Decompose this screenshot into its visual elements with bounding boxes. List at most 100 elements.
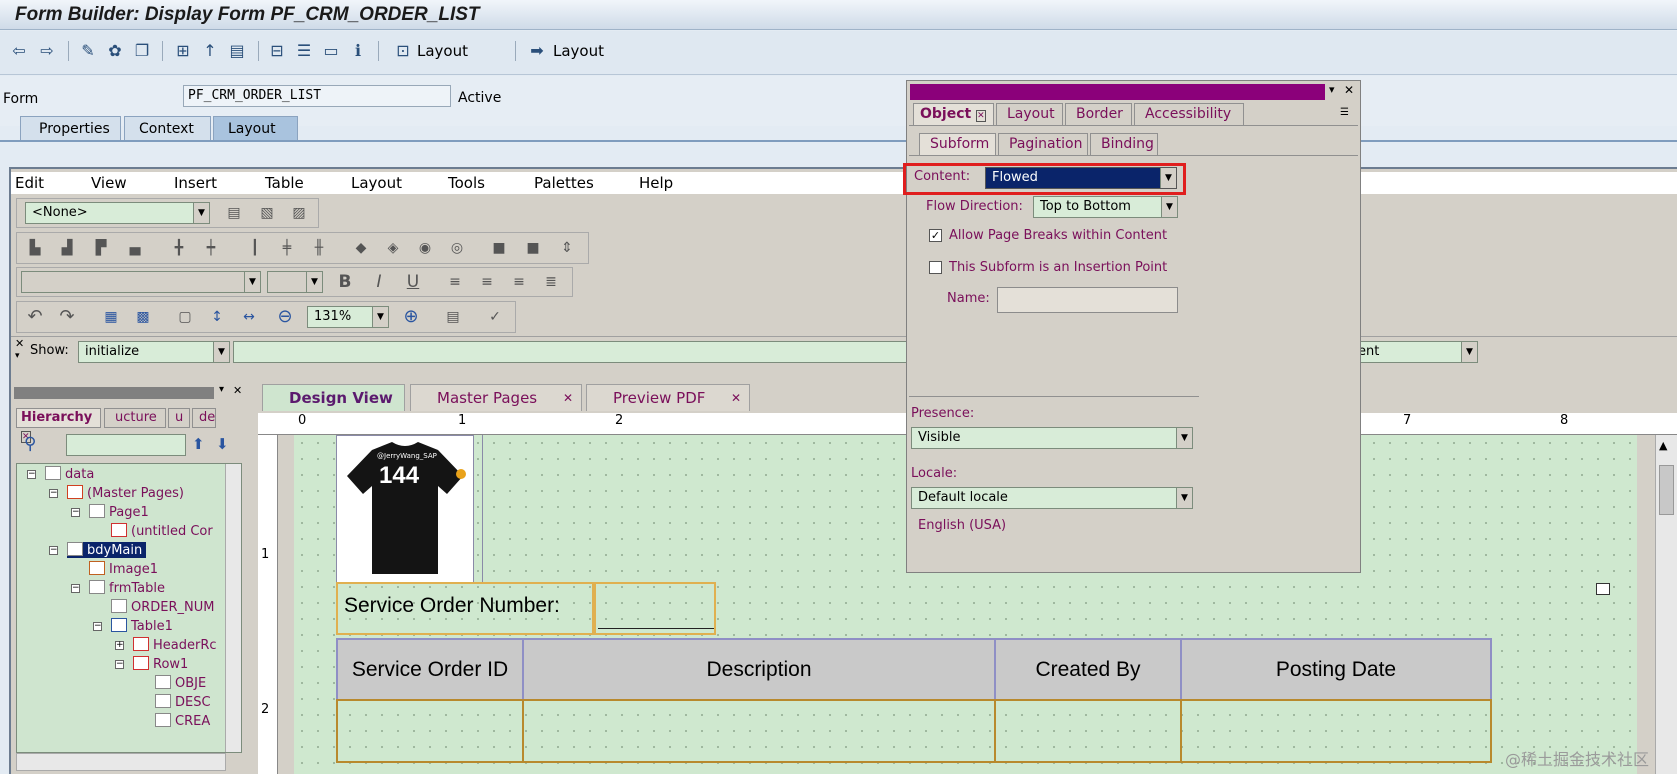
tab-accessibility[interactable]: Accessibility	[1134, 103, 1244, 125]
object-list-icon[interactable]: ❐	[131, 40, 153, 62]
layout-green-icon[interactable]: ▭	[320, 40, 342, 62]
tab-border[interactable]: Border	[1065, 103, 1132, 125]
tab-object[interactable]: Object ✕	[913, 103, 994, 125]
arrow-up-icon[interactable]: ⬆	[192, 435, 205, 453]
menu-edit[interactable]: Edit	[15, 174, 44, 192]
subtab-binding[interactable]: Binding	[1090, 133, 1158, 155]
distribute-icon[interactable]: ┃	[243, 236, 267, 260]
tab-u[interactable]: u	[168, 408, 190, 428]
row-cell[interactable]	[336, 699, 524, 763]
tree-node-bdymain[interactable]: bdyMain	[67, 542, 147, 558]
service-order-value-field[interactable]	[594, 582, 716, 635]
close-icon[interactable]: ✕	[731, 385, 741, 411]
tree-node-frmtable[interactable]: frmTable	[89, 580, 165, 596]
menu-tools[interactable]: Tools	[448, 174, 485, 192]
tab-obj-layout[interactable]: Layout	[996, 103, 1063, 125]
presence-dropdown[interactable]: Visible ▼	[911, 427, 1193, 449]
palette-menu-icon[interactable]: ▾	[1329, 83, 1335, 96]
tab-structure[interactable]: ucture	[104, 408, 166, 428]
tree-scrollbar[interactable]	[225, 464, 241, 752]
collapse-toggle[interactable]: −	[27, 470, 36, 479]
subtab-subform[interactable]: Subform	[919, 133, 996, 155]
expand-toggle[interactable]: +	[115, 641, 124, 650]
style-dropdown[interactable]: <None> ▼	[25, 202, 210, 224]
edit-pencil-icon[interactable]: ✎	[77, 40, 99, 62]
collapse-toggle[interactable]: −	[71, 508, 80, 517]
activate-icon[interactable]: ✿	[104, 40, 126, 62]
insertion-point-checkbox[interactable]	[929, 261, 942, 274]
distribute-v-icon[interactable]: ╫	[307, 236, 331, 260]
text-justify-icon[interactable]: ≣	[539, 270, 563, 294]
name-input[interactable]	[997, 287, 1178, 313]
collapse-toggle[interactable]: −	[49, 546, 58, 555]
align-left-icon[interactable]: ▙	[23, 236, 47, 260]
scroll-thumb[interactable]	[1659, 465, 1674, 515]
fit-width-icon[interactable]: ↔	[237, 305, 261, 329]
same-height-icon[interactable]: ■	[521, 236, 545, 260]
tree-node-created-by[interactable]: CREA	[155, 713, 210, 729]
search-input[interactable]	[66, 434, 186, 456]
underline-icon[interactable]: U	[401, 270, 425, 294]
collapse-toggle[interactable]: −	[115, 660, 124, 669]
tree-node-data[interactable]: data	[45, 466, 94, 482]
subtab-pagination[interactable]: Pagination	[998, 133, 1088, 155]
tab-preview-pdf[interactable]: Preview PDF ✕	[586, 384, 750, 411]
zoom-dropdown[interactable]: 131% ▼	[307, 306, 389, 328]
layout-button-label-2[interactable]: Layout	[553, 42, 604, 60]
tree-node-content-area[interactable]: (untitled Cor	[111, 523, 213, 539]
tree-node-master-pages[interactable]: (Master Pages)	[67, 485, 184, 501]
allow-breaks-checkbox[interactable]: ✓	[929, 229, 942, 242]
display-icon[interactable]: ▤	[226, 40, 248, 62]
group-icon[interactable]: ◆	[349, 236, 373, 260]
text-left-icon[interactable]: ≡	[443, 270, 467, 294]
tree-icon[interactable]: ⊟	[266, 40, 288, 62]
language-dropdown[interactable]: ent ▼	[1351, 341, 1478, 363]
close-icon[interactable]: ✕	[1344, 83, 1354, 97]
close-icon[interactable]: ✕	[233, 384, 242, 397]
arrow-right-icon[interactable]: ➡	[526, 40, 548, 62]
undo-icon[interactable]: ↶	[23, 305, 47, 329]
bring-front-icon[interactable]: ◉	[413, 236, 437, 260]
scroll-up-icon[interactable]: ▲	[1659, 439, 1667, 452]
palette-menu-icon[interactable]: ☰	[1340, 107, 1349, 118]
spell-check-icon[interactable]: ✓	[483, 305, 507, 329]
bold-icon[interactable]: B	[333, 270, 357, 294]
grid-icon[interactable]: ▦	[99, 305, 123, 329]
same-size-icon[interactable]: ⇕	[555, 236, 579, 260]
content-dropdown[interactable]: Flowed ▼	[985, 167, 1177, 189]
zoom-out-icon[interactable]: ⊖	[273, 305, 297, 329]
header-service-order-id[interactable]: Service Order ID	[336, 638, 524, 701]
same-width-icon[interactable]: ■	[487, 236, 511, 260]
pin-icon[interactable]: ↑	[199, 40, 221, 62]
align-top-icon[interactable]: ▛	[89, 236, 113, 260]
text-right-icon[interactable]: ≡	[507, 270, 531, 294]
locale-dropdown[interactable]: Default locale ▼	[911, 487, 1193, 509]
new-style-icon[interactable]: ▤	[222, 201, 246, 225]
align-right-icon[interactable]: ▟	[55, 236, 79, 260]
show-dropdown[interactable]: initialize ▼	[78, 341, 230, 363]
layout-button-label[interactable]: Layout	[417, 42, 468, 60]
hierarchy-icon[interactable]: ⊞	[172, 40, 194, 62]
font-dropdown[interactable]: ▼	[21, 271, 261, 293]
text-center-icon[interactable]: ≡	[475, 270, 499, 294]
canvas-scrollbar[interactable]: ▲	[1655, 435, 1677, 774]
menu-help[interactable]: Help	[639, 174, 673, 192]
menu-layout[interactable]: Layout	[351, 174, 402, 192]
forward-arrow-icon[interactable]: ⇨	[36, 40, 58, 62]
stack-icon[interactable]: ☰	[293, 40, 315, 62]
tree-node-object-id[interactable]: OBJE	[155, 675, 206, 691]
redo-icon[interactable]: ↷	[55, 305, 79, 329]
menu-palettes[interactable]: Palettes	[534, 174, 594, 192]
distribute-h-icon[interactable]: ╪	[275, 236, 299, 260]
align-bottom-icon[interactable]: ▄	[123, 236, 147, 260]
ungroup-icon[interactable]: ◈	[381, 236, 405, 260]
form-name-field[interactable]: PF_CRM_ORDER_LIST	[183, 85, 451, 107]
close-icon[interactable]: ✕	[563, 385, 573, 411]
collapse-toggle[interactable]: −	[93, 622, 102, 631]
italic-icon[interactable]: I	[367, 270, 391, 294]
row-cell[interactable]	[1180, 699, 1492, 763]
flow-direction-dropdown[interactable]: Top to Bottom ▼	[1033, 196, 1178, 218]
close-icon[interactable]: ✕	[976, 110, 986, 122]
arrow-down-icon[interactable]: ⬇	[216, 435, 229, 453]
header-created-by[interactable]: Created By	[994, 638, 1182, 701]
